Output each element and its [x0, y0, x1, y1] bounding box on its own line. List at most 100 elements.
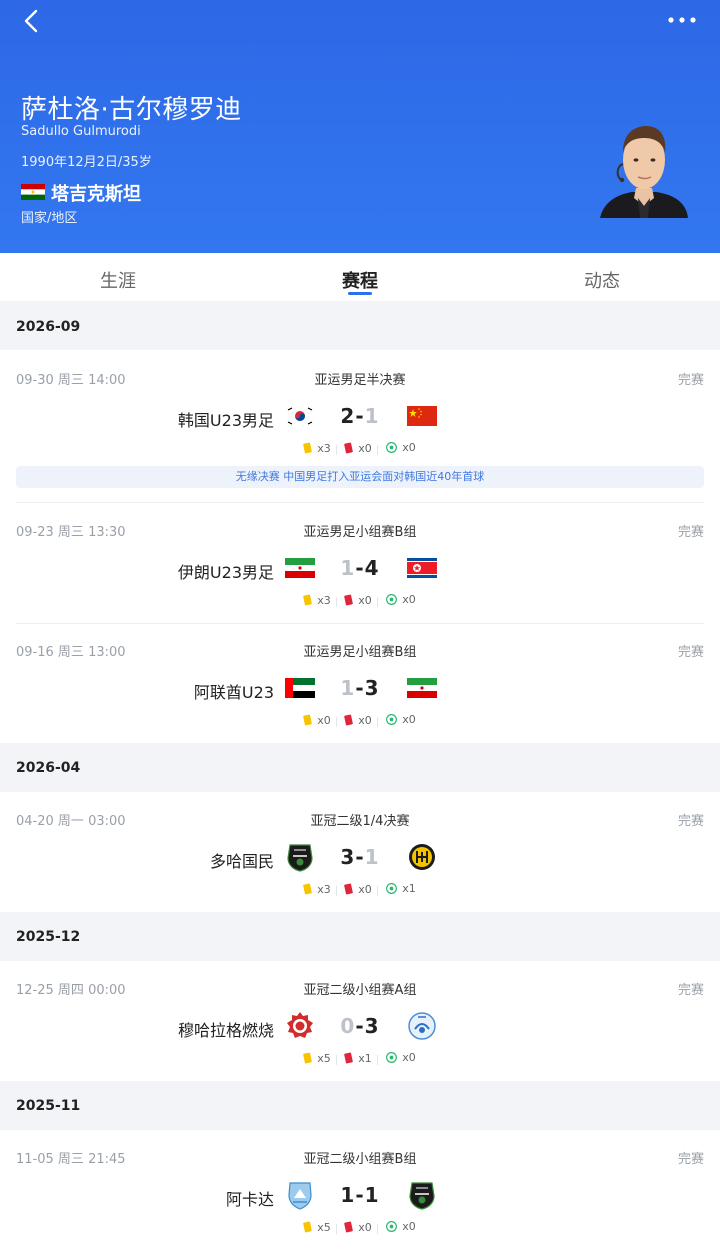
month-header: 2025-11	[0, 1083, 720, 1129]
month-card: 12-25 周四 00:00 亚冠二级小组赛A组 完赛 穆哈拉格燃烧 0-3 x…	[0, 961, 720, 1081]
al-wakrah-crest-icon	[287, 844, 313, 872]
match-score: 1-4	[340, 556, 380, 580]
al-okhdood-crest-icon	[288, 1182, 312, 1210]
iran-flag-icon	[407, 678, 437, 698]
month-header: 2025-12	[0, 914, 720, 960]
yellow-card-icon	[303, 883, 313, 895]
back-arrow-icon[interactable]	[18, 8, 46, 36]
uae-flag-icon	[285, 678, 315, 698]
yellow-card-stat: x0	[303, 714, 331, 727]
divider	[16, 502, 704, 503]
home-team[interactable]: 伊朗U23男足	[178, 559, 274, 583]
referee-header: 萨杜洛·古尔穆罗迪 Sadullo Gulmurodi 1990年12月2日/3…	[0, 0, 720, 253]
match-stats: x3 x0 x0	[0, 441, 720, 456]
yellow-card-icon	[303, 594, 313, 606]
tab-news[interactable]: 动态	[584, 267, 620, 293]
football-icon	[386, 1052, 398, 1063]
al-wakrah-crest-icon	[409, 1182, 435, 1210]
home-team[interactable]: 阿卡达	[226, 1186, 274, 1210]
match-stats: x5 x0 x0	[0, 1220, 720, 1235]
month-label: 2026-09	[16, 319, 81, 335]
match-score: 3-1	[340, 845, 380, 869]
red-card-stat: x0	[344, 883, 372, 896]
yellow-card-stat: x3	[303, 442, 331, 455]
tajikistan-flag-icon	[21, 184, 45, 200]
football-icon	[386, 442, 398, 453]
red-card-stat: x0	[344, 1221, 372, 1234]
month-label: 2026-04	[16, 760, 81, 776]
referee-name: 萨杜洛·古尔穆罗迪	[21, 95, 242, 125]
football-icon	[386, 883, 398, 894]
tab-indicator	[348, 292, 372, 295]
south-korea-flag-icon	[285, 406, 315, 426]
yellow-card-stat: x3	[303, 594, 331, 607]
north-korea-flag-icon	[407, 558, 437, 578]
match-competition: 亚冠二级小组赛B组	[303, 1152, 417, 1167]
red-card-icon	[344, 1221, 354, 1233]
match-status: 完赛	[677, 1152, 704, 1167]
goal-stat: x0	[386, 1220, 416, 1233]
match-competition: 亚运男足半决赛	[314, 373, 406, 388]
red-card-stat: x0	[344, 714, 372, 727]
goal-stat: x0	[386, 1051, 416, 1064]
tab-career[interactable]: 生涯	[100, 267, 136, 293]
yellow-card-stat: x5	[303, 1221, 331, 1234]
muharraq-crest-icon	[287, 1012, 313, 1038]
match-competition: 亚冠二级1/4决赛	[310, 814, 410, 829]
red-card-stat: x0	[344, 442, 372, 455]
match-score: 1-1	[340, 1183, 380, 1207]
month-card: 11-05 周三 21:45 亚冠二级小组赛B组 完赛 阿卡达 1-1 x5 x…	[0, 1130, 720, 1252]
esteghlal-crest-icon	[408, 1012, 436, 1040]
divider	[16, 623, 704, 624]
match-score: 2-1	[340, 404, 380, 428]
red-card-icon	[344, 714, 354, 726]
month-header: 2026-04	[0, 745, 720, 791]
match-status: 完赛	[677, 525, 704, 540]
yellow-card-icon	[303, 442, 313, 454]
referee-country: 塔吉克斯坦	[51, 184, 141, 205]
red-card-stat: x1	[344, 1052, 372, 1065]
match-competition: 亚冠二级小组赛A组	[303, 983, 417, 998]
referee-name-en: Sadullo Gulmurodi	[21, 124, 141, 139]
match-competition: 亚运男足小组赛B组	[303, 525, 417, 540]
yellow-card-stat: x5	[303, 1052, 331, 1065]
match-score: 1-3	[340, 676, 380, 700]
tab-schedule[interactable]: 赛程	[342, 267, 378, 293]
match-status: 完赛	[677, 814, 704, 829]
yellow-card-icon	[303, 1052, 313, 1064]
goal-stat: x0	[386, 593, 416, 606]
month-label: 2025-11	[16, 1098, 81, 1114]
yellow-card-icon	[303, 1221, 313, 1233]
match-stats: x3 x0 x0	[0, 593, 720, 608]
country-label: 国家/地区	[21, 211, 78, 226]
goal-stat: x1	[386, 882, 416, 895]
yellow-card-stat: x3	[303, 883, 331, 896]
match-competition: 亚运男足小组赛B组	[303, 645, 417, 660]
football-icon	[386, 594, 398, 605]
match-news-link[interactable]: 无缘决赛 中国男足打入亚运会面对韩国近40年首球	[16, 466, 704, 488]
match-status: 完赛	[677, 373, 704, 388]
iran-flag-icon	[285, 558, 315, 578]
tab-bar: 生涯 赛程 动态	[0, 253, 720, 301]
match-score: 0-3	[340, 1014, 380, 1038]
red-card-icon	[344, 442, 354, 454]
match-stats: x0 x0 x0	[0, 713, 720, 728]
home-team[interactable]: 韩国U23男足	[178, 407, 274, 431]
goal-stat: x0	[386, 713, 416, 726]
red-card-icon	[344, 883, 354, 895]
home-team[interactable]: 阿联酋U23	[194, 679, 274, 703]
app-root: 萨杜洛·古尔穆罗迪 Sadullo Gulmurodi 1990年12月2日/3…	[0, 0, 720, 1252]
yellow-card-icon	[303, 714, 313, 726]
match-stats: x3 x0 x1	[0, 882, 720, 897]
football-icon	[386, 714, 398, 725]
home-team[interactable]: 穆哈拉格燃烧	[178, 1017, 274, 1041]
red-card-icon	[344, 1052, 354, 1064]
more-options-icon[interactable]	[666, 12, 698, 28]
month-header: 2026-09	[0, 304, 720, 350]
football-icon	[386, 1221, 398, 1232]
home-team[interactable]: 多哈国民	[210, 848, 274, 872]
referee-avatar	[600, 126, 688, 218]
match-status: 完赛	[677, 645, 704, 660]
red-card-stat: x0	[344, 594, 372, 607]
red-card-icon	[344, 594, 354, 606]
